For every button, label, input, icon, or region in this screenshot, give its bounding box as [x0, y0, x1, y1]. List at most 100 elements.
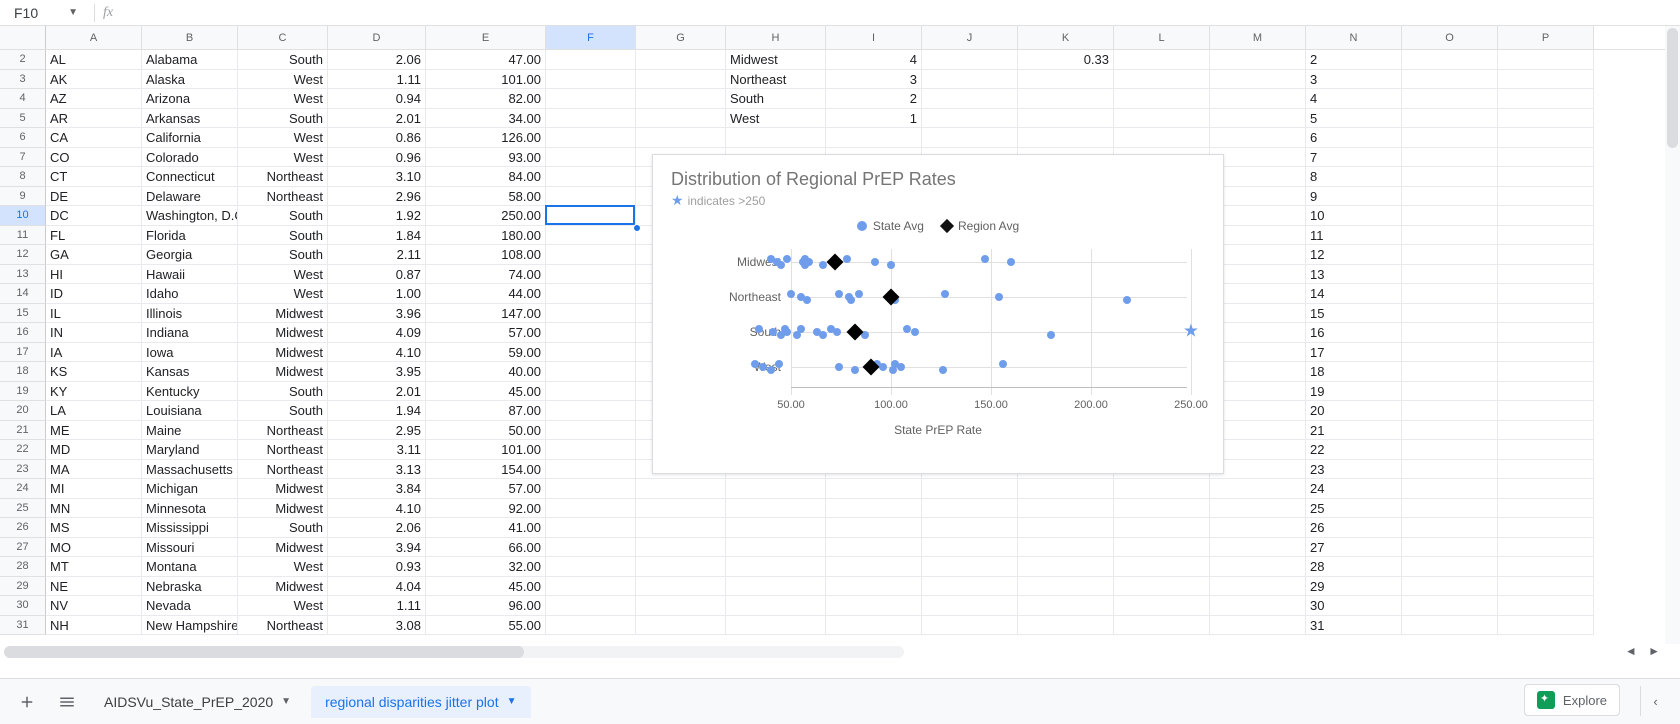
row-header[interactable]: 23 [0, 460, 46, 480]
cell[interactable] [726, 538, 826, 558]
cell[interactable] [726, 499, 826, 519]
row-header[interactable]: 12 [0, 245, 46, 265]
cell[interactable]: 12 [1306, 245, 1402, 265]
cell[interactable]: 16 [1306, 323, 1402, 343]
cell[interactable]: MO [46, 538, 142, 558]
cell[interactable]: 3.94 [328, 538, 426, 558]
cell[interactable] [826, 577, 922, 597]
cell[interactable] [1498, 518, 1594, 538]
cell[interactable] [1210, 304, 1306, 324]
cell[interactable] [546, 460, 636, 480]
cell[interactable]: CO [46, 148, 142, 168]
cell[interactable] [546, 304, 636, 324]
cell[interactable] [1210, 226, 1306, 246]
cell[interactable]: Florida [142, 226, 238, 246]
cell[interactable] [1498, 226, 1594, 246]
cell[interactable]: 3.11 [328, 440, 426, 460]
cell[interactable] [546, 343, 636, 363]
cell[interactable]: MT [46, 557, 142, 577]
cell[interactable]: 45.00 [426, 577, 546, 597]
cell[interactable] [1498, 148, 1594, 168]
cell[interactable] [1498, 382, 1594, 402]
cell[interactable]: Indiana [142, 323, 238, 343]
cell[interactable] [636, 109, 726, 129]
cell[interactable]: 0.87 [328, 265, 426, 285]
cell[interactable] [922, 499, 1018, 519]
cell[interactable] [1498, 499, 1594, 519]
cell[interactable] [546, 226, 636, 246]
cell[interactable] [1402, 538, 1498, 558]
vertical-scrollbar-thumb[interactable] [1667, 28, 1678, 148]
cell[interactable] [1210, 460, 1306, 480]
cell[interactable]: 0.94 [328, 89, 426, 109]
all-sheets-button[interactable] [50, 685, 84, 719]
cell[interactable] [726, 596, 826, 616]
cell[interactable]: 8 [1306, 167, 1402, 187]
cell[interactable] [546, 245, 636, 265]
cell[interactable]: Northeast [238, 187, 328, 207]
cell[interactable]: West [238, 70, 328, 90]
cell[interactable] [1498, 206, 1594, 226]
cell[interactable] [1018, 616, 1114, 636]
cell[interactable]: South [238, 50, 328, 70]
column-header[interactable]: H [726, 26, 826, 49]
cell[interactable] [1498, 323, 1594, 343]
cell[interactable]: South [238, 245, 328, 265]
cell[interactable]: KY [46, 382, 142, 402]
cell[interactable] [1498, 460, 1594, 480]
cell[interactable] [1018, 518, 1114, 538]
cell[interactable] [636, 499, 726, 519]
add-sheet-button[interactable] [10, 685, 44, 719]
cell[interactable]: IA [46, 343, 142, 363]
cell[interactable] [1498, 265, 1594, 285]
cell[interactable] [546, 557, 636, 577]
row-header[interactable]: 5 [0, 109, 46, 129]
name-box[interactable]: F10 ▼ [6, 3, 86, 23]
cell[interactable]: 3 [826, 70, 922, 90]
cell[interactable]: 108.00 [426, 245, 546, 265]
cell[interactable]: MN [46, 499, 142, 519]
cell[interactable] [1018, 479, 1114, 499]
cell[interactable]: 0.96 [328, 148, 426, 168]
cell[interactable] [1210, 557, 1306, 577]
cell[interactable]: ID [46, 284, 142, 304]
cell[interactable] [1402, 265, 1498, 285]
cell[interactable] [1402, 70, 1498, 90]
cell[interactable]: 44.00 [426, 284, 546, 304]
column-header[interactable]: A [46, 26, 142, 49]
cell[interactable] [1402, 577, 1498, 597]
cell[interactable] [1402, 518, 1498, 538]
cell[interactable] [1498, 401, 1594, 421]
row-header[interactable]: 2 [0, 50, 46, 70]
cell[interactable]: AL [46, 50, 142, 70]
cell[interactable]: ME [46, 421, 142, 441]
cell[interactable]: 92.00 [426, 499, 546, 519]
cell[interactable] [1402, 187, 1498, 207]
column-header[interactable]: E [426, 26, 546, 49]
cell[interactable] [726, 557, 826, 577]
cell[interactable] [1498, 596, 1594, 616]
cell[interactable]: 3.84 [328, 479, 426, 499]
cell[interactable] [922, 70, 1018, 90]
cell[interactable]: 0.33 [1018, 50, 1114, 70]
cell[interactable] [1018, 89, 1114, 109]
cell[interactable] [1402, 401, 1498, 421]
cell[interactable] [1498, 362, 1594, 382]
cell[interactable] [1210, 265, 1306, 285]
row-header[interactable]: 11 [0, 226, 46, 246]
cell[interactable]: NE [46, 577, 142, 597]
cell[interactable] [1210, 284, 1306, 304]
row-header[interactable]: 18 [0, 362, 46, 382]
cell[interactable]: West [238, 265, 328, 285]
cell[interactable] [1402, 440, 1498, 460]
cell[interactable]: Midwest [238, 538, 328, 558]
cell[interactable] [546, 499, 636, 519]
cell[interactable]: 3.10 [328, 167, 426, 187]
cell[interactable] [1210, 167, 1306, 187]
cell[interactable]: Montana [142, 557, 238, 577]
cell[interactable] [922, 128, 1018, 148]
cell[interactable]: 2.95 [328, 421, 426, 441]
cell[interactable] [1210, 206, 1306, 226]
cell[interactable]: CA [46, 128, 142, 148]
cell[interactable] [1498, 421, 1594, 441]
